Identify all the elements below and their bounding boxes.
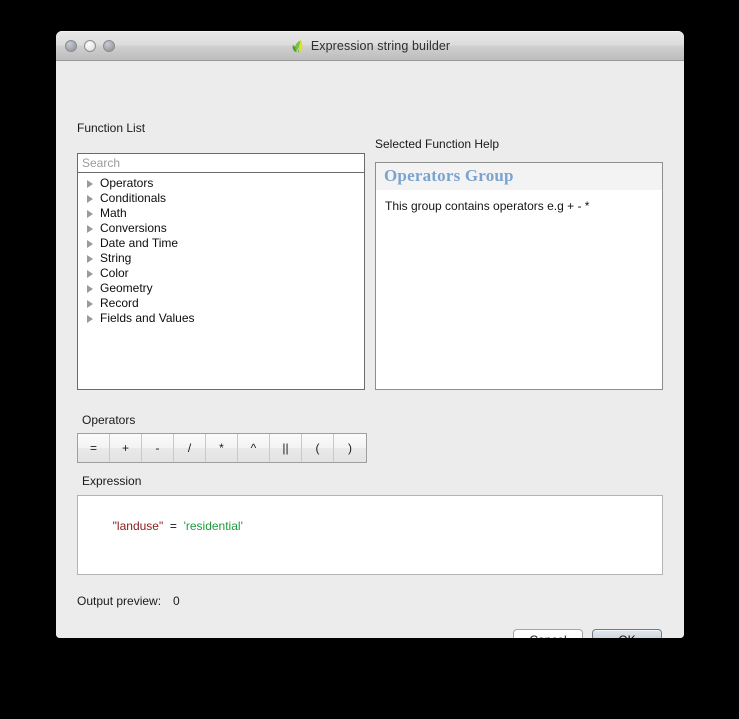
chevron-right-icon[interactable] [87, 209, 93, 218]
operator-button-bar: = + - / * ^ || ( ) [77, 433, 367, 463]
tree-item-label: String [100, 251, 132, 265]
minimize-button[interactable] [84, 40, 96, 52]
chevron-right-icon[interactable] [87, 224, 93, 233]
tree-item-string[interactable]: String [78, 251, 364, 266]
operator-button-open-paren[interactable]: ( [302, 434, 334, 462]
chevron-right-icon[interactable] [87, 284, 93, 293]
selected-function-help-label: Selected Function Help [375, 137, 500, 151]
operator-button-concat[interactable]: || [270, 434, 302, 462]
expression-editor[interactable]: "landuse" = 'residential' [77, 495, 663, 575]
output-preview-value: 0 [173, 594, 180, 608]
tree-item-label: Fields and Values [100, 311, 195, 325]
tree-item-color[interactable]: Color [78, 266, 364, 281]
chevron-right-icon[interactable] [87, 299, 93, 308]
function-list-label: Function List [77, 121, 146, 135]
operator-button-multiply[interactable]: * [206, 434, 238, 462]
tree-item-fields-and-values[interactable]: Fields and Values [78, 311, 364, 326]
close-button[interactable] [65, 40, 77, 52]
dialog-footer-buttons: Cancel OK [513, 629, 662, 638]
zoom-button[interactable] [103, 40, 115, 52]
tree-item-conditionals[interactable]: Conditionals [78, 191, 364, 206]
help-title: Operators Group [376, 163, 662, 190]
qgis-leaf-icon [292, 39, 303, 53]
function-tree[interactable]: Operators Conditionals Math Conversions … [77, 173, 365, 390]
operator-button-plus[interactable]: + [110, 434, 142, 462]
tree-item-math[interactable]: Math [78, 206, 364, 221]
tree-item-label: Conditionals [100, 191, 167, 205]
selected-function-help-panel: Operators Group This group contains oper… [375, 162, 663, 390]
dialog-body: Function List Operators Conditionals Mat… [56, 61, 684, 638]
expression-string-builder-window: Expression string builder Function List … [56, 31, 684, 638]
operator-button-close-paren[interactable]: ) [334, 434, 366, 462]
operator-button-minus[interactable]: - [142, 434, 174, 462]
expression-label: Expression [82, 474, 142, 488]
tree-item-label: Math [100, 206, 127, 220]
expression-token-field: "landuse" [112, 518, 164, 533]
tree-item-label: Geometry [100, 281, 153, 295]
tree-item-label: Record [100, 296, 139, 310]
tree-item-operators[interactable]: Operators [78, 176, 364, 191]
help-body-text: This group contains operators e.g + - * [385, 199, 590, 213]
operator-button-divide[interactable]: / [174, 434, 206, 462]
tree-item-label: Conversions [100, 221, 167, 235]
tree-item-date-and-time[interactable]: Date and Time [78, 236, 364, 251]
chevron-right-icon[interactable] [87, 269, 93, 278]
window-title: Expression string builder [310, 39, 451, 53]
output-preview-label: Output preview: [77, 594, 162, 608]
operator-button-equals[interactable]: = [78, 434, 110, 462]
search-input[interactable] [77, 153, 365, 173]
expression-text: "landuse" = 'residential' [86, 503, 654, 550]
ok-button[interactable]: OK [592, 629, 662, 638]
tree-item-label: Operators [100, 176, 154, 190]
chevron-right-icon[interactable] [87, 314, 93, 323]
operator-button-power[interactable]: ^ [238, 434, 270, 462]
window-title-group: Expression string builder [290, 39, 450, 54]
chevron-right-icon[interactable] [87, 194, 93, 203]
chevron-right-icon[interactable] [87, 254, 93, 263]
chevron-right-icon[interactable] [87, 179, 93, 188]
window-titlebar: Expression string builder [56, 31, 684, 61]
tree-item-record[interactable]: Record [78, 296, 364, 311]
operators-label: Operators [82, 413, 136, 427]
expression-token-string: 'residential' [183, 518, 243, 533]
tree-item-conversions[interactable]: Conversions [78, 221, 364, 236]
expression-token-operator: = [163, 518, 184, 533]
tree-item-label: Date and Time [100, 236, 179, 250]
tree-item-label: Color [100, 266, 129, 280]
cancel-button[interactable]: Cancel [513, 629, 583, 638]
output-preview: Output preview: 0 [77, 594, 180, 608]
chevron-right-icon[interactable] [87, 239, 93, 248]
tree-item-geometry[interactable]: Geometry [78, 281, 364, 296]
window-controls [65, 40, 115, 52]
